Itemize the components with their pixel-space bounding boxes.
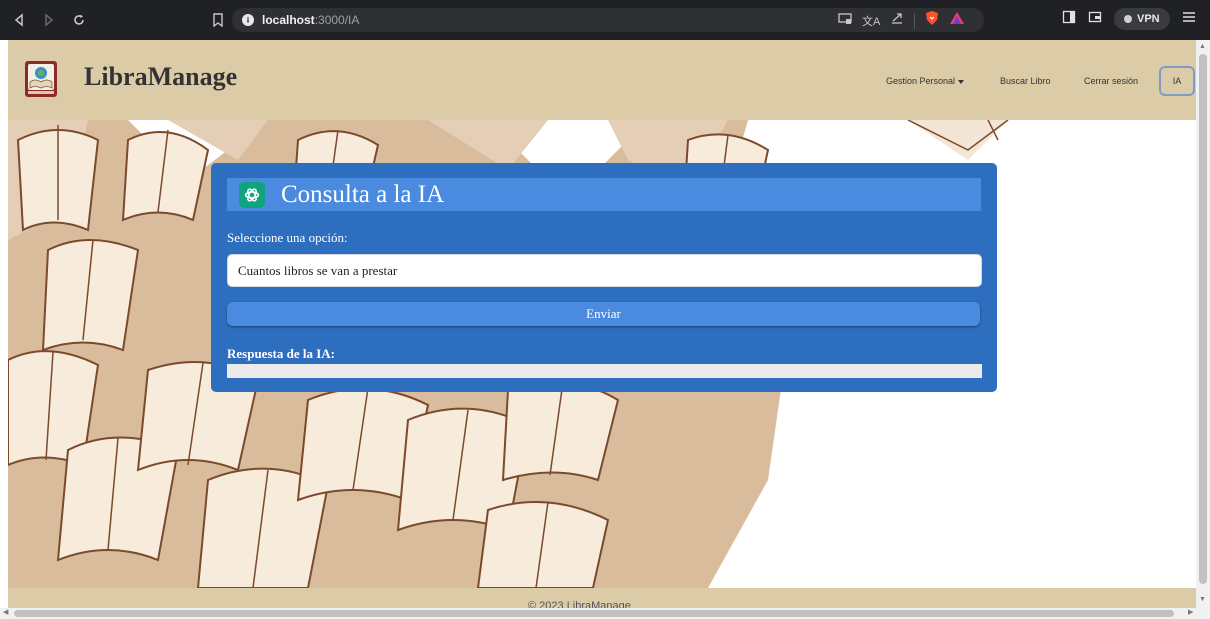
nav-ia-button[interactable]: IA: [1159, 66, 1195, 96]
vpn-status-icon: [1124, 15, 1132, 23]
nav-cerrar-sesion[interactable]: Cerrar sesión: [1084, 76, 1138, 86]
response-output: [227, 364, 982, 378]
send-button[interactable]: Enviar: [227, 302, 980, 326]
select-label: Seleccione una opción:: [227, 230, 348, 245]
forward-icon[interactable]: [38, 9, 60, 31]
reload-icon[interactable]: [68, 9, 90, 31]
scroll-down-icon[interactable]: ▼: [1199, 596, 1206, 603]
bookmark-icon[interactable]: [208, 9, 228, 31]
browser-right-tools: VPN: [1062, 8, 1196, 30]
brand-title[interactable]: LibraManage: [84, 62, 237, 92]
page-footer: © 2023 LibraManage: [8, 588, 1196, 608]
menu-icon[interactable]: [1182, 10, 1196, 28]
browser-toolbar: localhost:3000/IA 文A VPN: [0, 0, 1210, 40]
sidebar-toggle-icon[interactable]: [1062, 10, 1076, 29]
nav-buscar-libro[interactable]: Buscar Libro: [1000, 76, 1051, 86]
vpn-button[interactable]: VPN: [1114, 8, 1170, 30]
scroll-up-icon[interactable]: ▲: [1199, 43, 1206, 50]
url-host: localhost: [262, 13, 315, 27]
back-icon[interactable]: [8, 9, 30, 31]
vpn-label: VPN: [1137, 13, 1160, 25]
wallet-icon[interactable]: [1088, 10, 1102, 29]
nav-gestion-personal[interactable]: Gestion Personal: [886, 76, 965, 86]
scroll-left-icon[interactable]: ◀: [3, 608, 8, 616]
url-path: :3000/IA: [314, 13, 360, 27]
translate-icon[interactable]: 文A: [862, 13, 880, 29]
site-info-icon[interactable]: [242, 14, 254, 26]
openai-icon: [239, 181, 265, 208]
card-title-bar: Consulta a la IA: [227, 178, 981, 211]
book-logo-icon[interactable]: [24, 60, 58, 98]
share-icon[interactable]: [890, 11, 904, 30]
option-select[interactable]: Cuantos libros se van a prestar: [227, 254, 982, 287]
horizontal-scroll-thumb[interactable]: [14, 610, 1174, 617]
caret-down-icon: [958, 79, 965, 84]
ia-query-card: Consulta a la IA Seleccione una opción: …: [211, 163, 997, 392]
app-header: LibraManage Gestion Personal Buscar Libr…: [8, 40, 1196, 120]
url-text: localhost:3000/IA: [262, 13, 359, 27]
card-title: Consulta a la IA: [281, 180, 445, 208]
response-label: Respuesta de la IA:: [227, 346, 335, 361]
footer-text: © 2023 LibraManage: [528, 600, 631, 608]
horizontal-scrollbar[interactable]: ◀ ▶: [0, 608, 1210, 619]
brave-shield-icon[interactable]: [925, 10, 939, 31]
brave-rewards-icon[interactable]: [949, 11, 965, 30]
scroll-right-icon[interactable]: ▶: [1188, 608, 1193, 616]
vertical-scrollbar[interactable]: ▲ ▼: [1196, 40, 1210, 608]
address-tools: 文A: [838, 10, 965, 31]
cast-icon[interactable]: [838, 12, 852, 30]
nav-gestion-label: Gestion Personal: [886, 76, 956, 86]
vertical-scroll-thumb[interactable]: [1199, 54, 1207, 584]
toolbar-divider: [914, 12, 916, 29]
